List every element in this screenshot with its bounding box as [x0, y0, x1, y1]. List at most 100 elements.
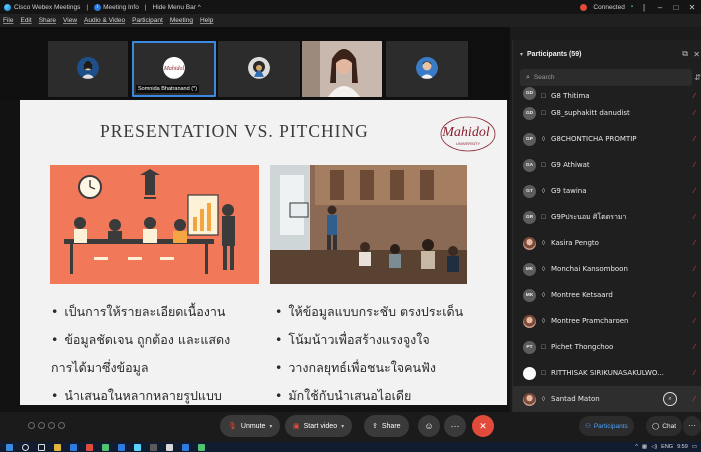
- muted-mic-icon[interactable]: ⁄: [694, 292, 695, 299]
- active-speaker-thumbnail[interactable]: Mahidol Somnida Bhatranand (*): [132, 41, 216, 97]
- network-icon[interactable]: ▦: [642, 444, 647, 450]
- menu-file[interactable]: File: [3, 17, 13, 24]
- edge-icon[interactable]: [70, 443, 77, 451]
- video-thumbnail-live[interactable]: [302, 41, 382, 97]
- slide-title: PRESENTATION VS. PITCHING: [100, 121, 369, 141]
- muted-mic-icon[interactable]: ⁄: [694, 266, 695, 273]
- menu-edit[interactable]: Edit: [20, 17, 31, 24]
- panel-more-button[interactable]: ···: [683, 416, 701, 436]
- muted-mic-icon[interactable]: ⁄: [694, 344, 695, 351]
- volume-icon[interactable]: ◁): [651, 444, 657, 450]
- chevron-down-icon[interactable]: ▾: [341, 423, 344, 430]
- app-icon[interactable]: [166, 443, 173, 451]
- clock[interactable]: 9:59: [677, 444, 688, 450]
- windows-taskbar: ^ ▦ ◁) ENG 9:59 ▭: [0, 442, 701, 452]
- menu-view[interactable]: View: [63, 17, 77, 24]
- start-video-label: Start video: [303, 422, 338, 430]
- app-icon[interactable]: [118, 443, 125, 451]
- app-icon[interactable]: [150, 443, 157, 451]
- participant-search-input[interactable]: ⌕ Search: [520, 69, 692, 86]
- chat-icon: ◯: [652, 423, 660, 430]
- participant-avatar: PT: [523, 340, 536, 354]
- share-button[interactable]: ⇪ Share: [364, 415, 409, 437]
- hide-menu-bar-button[interactable]: Hide Menu Bar ^: [153, 4, 201, 11]
- windows-start-icon[interactable]: [6, 443, 13, 451]
- muted-mic-icon[interactable]: ⁄: [694, 396, 695, 403]
- tray-chevron-icon[interactable]: ^: [635, 444, 638, 450]
- more-options-button[interactable]: ···: [444, 415, 466, 437]
- reactions-button[interactable]: ☺: [418, 415, 440, 437]
- chevron-down-icon[interactable]: ▾: [269, 423, 272, 430]
- participant-row[interactable]: GR □ G9Pประนอม ศิโตตรามา ⁄: [513, 204, 701, 230]
- maximize-button[interactable]: □: [671, 3, 681, 12]
- start-video-button[interactable]: ▣ Start video ▾: [285, 415, 353, 437]
- participants-button[interactable]: ⚇ Participants: [579, 416, 634, 436]
- participant-row[interactable]: GP ◊ G8CHONTICHA PROMTIP ⁄: [513, 126, 701, 152]
- participant-row[interactable]: PT □ Pichet Thongchoo ⁄: [513, 334, 701, 360]
- muted-mic-icon[interactable]: ⁄: [694, 93, 695, 100]
- chat-button[interactable]: ◯ Chat: [646, 416, 683, 436]
- meeting-stage: Mahidol Somnida Bhatranand (*) PRESENTAT…: [0, 27, 510, 412]
- menu-meeting[interactable]: Meeting: [170, 17, 193, 24]
- participant-row[interactable]: ◊ Montree Pramcharoen ⁄: [513, 308, 701, 334]
- language-indicator[interactable]: ENG: [661, 444, 673, 450]
- file-explorer-icon[interactable]: [54, 443, 61, 451]
- muted-mic-icon[interactable]: ⁄: [694, 318, 695, 325]
- bullet-point: มักใช้กับนำเสนอไอเดีย: [275, 382, 463, 405]
- bullet-point: การได้มาซึ่งข้อมูล: [51, 360, 149, 375]
- participant-row[interactable]: □ RITTHISAK SIRIKUNASAKULWO... ⁄: [513, 360, 701, 386]
- participant-row[interactable]: MK ◊ Montree Ketsaard ⁄: [513, 282, 701, 308]
- muted-mic-icon[interactable]: ⁄: [694, 240, 695, 247]
- menu-audio-video[interactable]: Audio & Video: [84, 17, 125, 24]
- annotate-icon[interactable]: [38, 422, 45, 429]
- participant-row[interactable]: GA □ G9 Athiwat ⁄: [513, 152, 701, 178]
- muted-mic-icon[interactable]: ⁄: [694, 136, 695, 143]
- muted-mic-icon[interactable]: ⁄: [694, 110, 695, 117]
- signal-icon[interactable]: ▪: [631, 4, 633, 10]
- annotate-icon[interactable]: [58, 422, 65, 429]
- app-icon[interactable]: [182, 443, 189, 451]
- annotate-icon[interactable]: [28, 422, 35, 429]
- participant-row[interactable]: GD □ G8_suphakitt danudist ⁄: [513, 100, 701, 126]
- task-view-icon[interactable]: [38, 443, 45, 451]
- close-button[interactable]: ✕: [687, 3, 697, 12]
- participant-action-icon[interactable]: ⌕: [663, 392, 677, 406]
- device-icon: ◊: [541, 187, 546, 195]
- sort-icon[interactable]: ⇵: [694, 73, 701, 82]
- end-meeting-button[interactable]: ✕: [472, 415, 494, 437]
- meeting-info-button[interactable]: Meeting Info: [103, 4, 139, 11]
- muted-mic-icon[interactable]: ⁄: [694, 370, 695, 377]
- menu-help[interactable]: Help: [200, 17, 213, 24]
- notification-icon[interactable]: ▭: [692, 444, 697, 450]
- annotate-icon[interactable]: [48, 422, 55, 429]
- participant-row[interactable]: ◊ Kasira Pengto ⁄: [513, 230, 701, 256]
- app-icon[interactable]: [86, 443, 93, 451]
- participant-row[interactable]: GT ◊ G9 tawina ⁄: [513, 178, 701, 204]
- video-thumbnail[interactable]: [386, 41, 468, 97]
- menu-participant[interactable]: Participant: [132, 17, 163, 24]
- info-icon[interactable]: i: [94, 3, 102, 11]
- participant-row[interactable]: MK ◊ Monchai Kansomboon ⁄: [513, 256, 701, 282]
- muted-mic-icon[interactable]: ⁄: [694, 162, 695, 169]
- video-thumbnail[interactable]: [218, 41, 300, 97]
- muted-mic-icon[interactable]: ⁄: [694, 188, 695, 195]
- annotation-toolbar[interactable]: [28, 422, 65, 429]
- presentation-bullets: เป็นการให้รายละเอียดเนื้องานข้อมูลชัดเจน…: [51, 298, 230, 405]
- app-icon[interactable]: [102, 443, 109, 451]
- participant-row[interactable]: GD □ G8 Thitima ⁄: [513, 87, 701, 100]
- app-icon[interactable]: [198, 443, 205, 451]
- participant-avatar: [523, 392, 536, 406]
- search-icon[interactable]: [22, 443, 29, 451]
- menu-share[interactable]: Share: [39, 17, 56, 24]
- device-icon: □: [541, 213, 546, 221]
- webex-taskbar-icon[interactable]: [134, 443, 141, 451]
- video-thumbnail[interactable]: [48, 41, 128, 97]
- unmute-button[interactable]: 🎙 Unmute ▾: [220, 415, 281, 437]
- minimize-button[interactable]: –: [655, 3, 665, 12]
- popout-icon[interactable]: ⧉: [682, 49, 688, 59]
- collapse-chevron-icon[interactable]: ▾: [520, 51, 523, 58]
- muted-mic-icon[interactable]: ⁄: [694, 214, 695, 221]
- participant-row[interactable]: ◊ Santad Maton ⌕ ⁄: [513, 386, 701, 412]
- share-icon: ⇪: [372, 423, 378, 430]
- close-icon[interactable]: ✕: [693, 50, 700, 59]
